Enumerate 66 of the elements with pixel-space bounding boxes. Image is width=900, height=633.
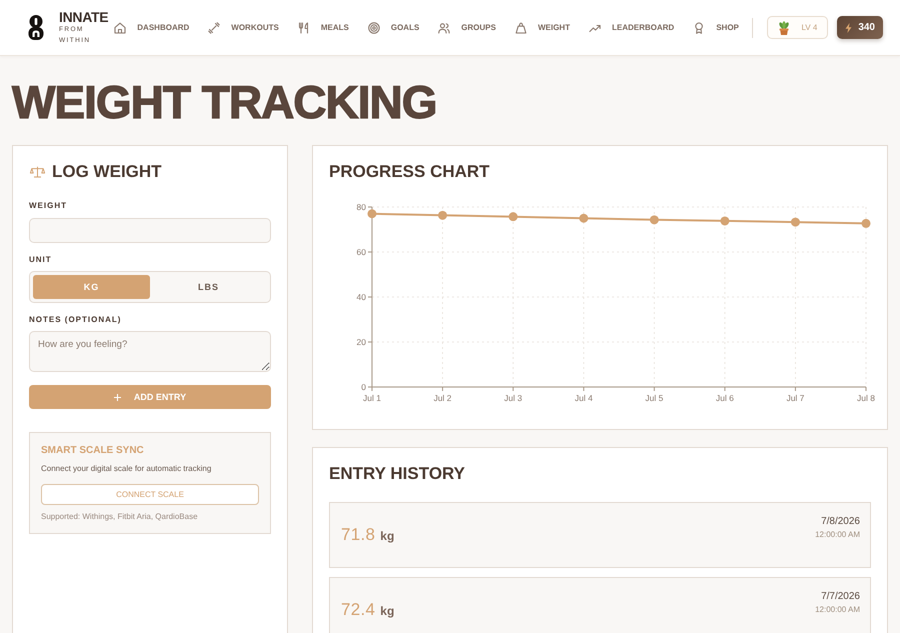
entry-row[interactable]: 72.4 kg 7/7/2026 12:00:00 AM — [329, 577, 871, 633]
y-tick-label: 20 — [356, 337, 366, 347]
data-point — [720, 216, 730, 226]
x-tick-label: Jul 3 — [504, 393, 522, 403]
weight-value: 71.8 — [341, 525, 376, 545]
brand-name: INNATE — [59, 10, 108, 24]
kettlebell-icon — [514, 22, 527, 34]
field-label: WEIGHT — [29, 200, 68, 212]
data-point — [368, 209, 376, 218]
weight-field[interactable] — [29, 218, 271, 243]
potted-plant-icon — [778, 20, 790, 34]
smart-scale-description: Connect your digital scale for automatic tracking — [41, 463, 212, 475]
weight-value: 72.4 — [341, 600, 376, 620]
field-label: UNIT — [29, 254, 53, 266]
nav-link[interactable]: GROUPS — [438, 22, 496, 34]
nav-link[interactable]: MEALS — [298, 22, 349, 34]
award-ribbon-icon — [693, 22, 706, 34]
plus-icon — [114, 394, 121, 400]
x-tick-label: Jul 1 — [363, 393, 381, 403]
entry-date: 7/7/2026 — [821, 591, 860, 603]
utensils-icon — [298, 22, 310, 34]
notes-field[interactable]: How are you feeling? — [29, 331, 271, 372]
smart-scale-title: SMART SCALE SYNC — [41, 445, 145, 457]
x-tick-label: Jul 6 — [716, 393, 734, 403]
x-tick-label: Jul 4 — [574, 393, 593, 403]
balance-scale-icon — [30, 166, 45, 178]
house-icon — [114, 22, 126, 34]
entry-time: 12:00:00 AM — [815, 604, 860, 616]
y-tick-label: 60 — [356, 247, 366, 257]
weight-unit: kg — [380, 529, 394, 543]
lightning-bolt-icon — [845, 22, 852, 32]
weight-unit: kg — [380, 604, 394, 618]
entry-date: 7/8/2026 — [821, 516, 860, 528]
entry-row[interactable]: 71.8 kg 7/8/2026 12:00:00 AM — [329, 502, 871, 568]
people-icon — [438, 22, 450, 34]
x-tick-label: Jul 2 — [434, 393, 452, 403]
nav-link[interactable]: LEADERBOARD — [588, 22, 674, 34]
data-point — [508, 212, 518, 222]
data-point — [862, 218, 870, 228]
nav-link[interactable]: DASHBOARD — [114, 22, 190, 34]
y-tick-label: 40 — [356, 292, 366, 302]
x-tick-label: Jul 8 — [857, 393, 875, 403]
card-title: PROGRESS CHART — [329, 162, 491, 182]
logo-icon[interactable] — [28, 15, 44, 40]
data-point — [438, 210, 448, 220]
data-point — [579, 214, 588, 223]
unit-option[interactable]: LBS — [150, 275, 267, 299]
y-tick-label: 80 — [356, 202, 366, 212]
nav-link[interactable]: WORKOUTS — [208, 22, 279, 34]
data-point — [790, 218, 800, 227]
card-title: LOG WEIGHT — [52, 162, 162, 182]
nav-link[interactable]: SHOP — [693, 22, 739, 34]
x-tick-label: Jul 5 — [645, 393, 664, 403]
dumbbell-icon — [208, 22, 220, 34]
y-tick-label: 0 — [361, 382, 366, 392]
target-icon — [368, 22, 380, 34]
data-point — [650, 215, 659, 224]
card-title: ENTRY HISTORY — [329, 464, 466, 484]
supported-devices-text: Supported: Withings, Fitbit Aria, QardioBase — [41, 511, 199, 523]
points-badge[interactable]: 340 — [837, 16, 883, 39]
nav-link[interactable]: GOALS — [368, 22, 420, 34]
entry-time: 12:00:00 AM — [815, 529, 860, 541]
field-label: NOTES (OPTIONAL) — [29, 314, 122, 326]
x-tick-label: Jul 7 — [786, 393, 804, 403]
nav-link[interactable]: WEIGHT — [514, 22, 570, 34]
page-title: WEIGHT TRACKING — [12, 79, 438, 125]
